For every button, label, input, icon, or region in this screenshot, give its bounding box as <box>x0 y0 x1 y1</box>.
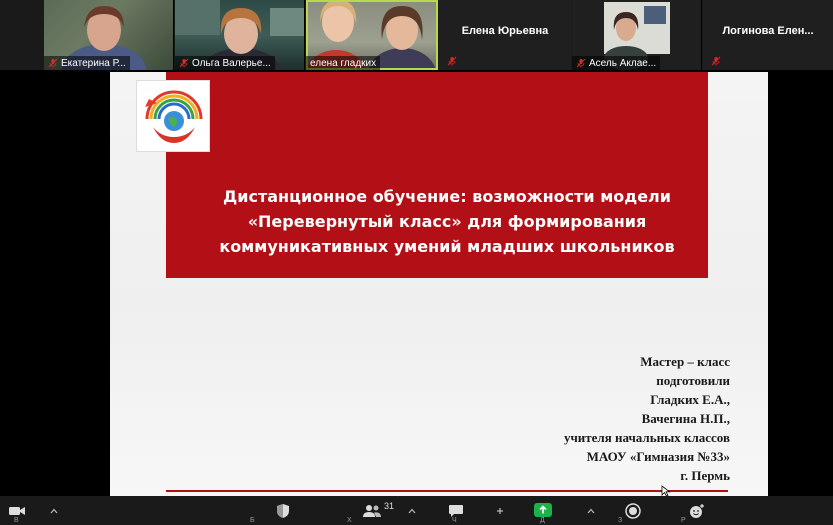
mic-muted-icon <box>711 56 721 66</box>
toolbar-label-participants: Х <box>347 517 352 524</box>
participant-name: Екатерина Р... <box>61 57 126 69</box>
mic-muted-icon <box>48 58 58 68</box>
meeting-toolbar: 31 В Б Х Ч Д З Р <box>0 496 833 525</box>
reactions-button[interactable] <box>686 500 708 522</box>
slide-credits: Мастер – класс подготовили Гладких Е.А.,… <box>564 352 730 485</box>
participant-name-bar: елена гладких <box>306 56 381 70</box>
plus-icon <box>497 508 503 514</box>
record-icon <box>625 503 641 519</box>
participant-strip: Екатерина Р... Ольга Валерье... елена гл… <box>0 0 833 70</box>
share-options-chevron[interactable] <box>585 500 597 522</box>
participants-button[interactable]: 31 <box>358 500 398 522</box>
chevron-up-icon <box>408 508 416 514</box>
participant-tile[interactable]: Асель Аклае... <box>572 0 702 70</box>
participant-name-bar: Асель Аклае... <box>572 56 661 70</box>
participant-tile[interactable]: Логинова Елен... <box>703 0 833 70</box>
school-logo <box>136 80 210 152</box>
participant-name: Логинова Елен... <box>722 25 814 37</box>
participant-name: елена гладких <box>310 57 377 69</box>
participant-tile-active-speaker[interactable]: елена гладких <box>306 0 438 70</box>
credit-line: Вачегина Н.П., <box>641 411 730 426</box>
gymnasium-logo-icon <box>145 90 203 143</box>
security-button[interactable] <box>272 500 294 522</box>
reactions-small-button[interactable] <box>494 500 506 522</box>
toolbar-label-record: З <box>618 517 623 524</box>
participant-name: Елена Юрьевна <box>461 25 549 37</box>
presentation-slide: Дистанционное обучение: возможности моде… <box>110 72 768 496</box>
credit-line: Гладких Е.А., <box>650 392 730 407</box>
participant-tile[interactable]: Елена Юрьевна <box>439 0 571 70</box>
participants-icon <box>362 505 381 517</box>
participant-name-bar: Екатерина Р... <box>44 56 130 70</box>
participant-tile[interactable]: Екатерина Р... <box>44 0 174 70</box>
participant-name: Асель Аклае... <box>589 57 657 69</box>
record-button[interactable] <box>622 500 644 522</box>
participant-name: Ольга Валерье... <box>192 57 271 69</box>
toolbar-label-reactions: Р <box>681 517 686 524</box>
toolbar-label-video: В <box>14 517 19 524</box>
video-camera-icon <box>9 507 25 515</box>
shield-icon <box>277 504 289 518</box>
slide-title-banner: Дистанционное обучение: возможности моде… <box>166 72 708 278</box>
toolbar-label-chat: Ч <box>452 517 457 524</box>
toolbar-label-security: Б <box>250 517 255 524</box>
chevron-up-icon <box>587 508 595 514</box>
slide-title: Дистанционное обучение: возможности моде… <box>219 187 675 256</box>
share-arrow-up-icon <box>539 505 547 514</box>
toolbar-label-share: Д <box>540 517 545 524</box>
credit-line: подготовили <box>656 373 730 388</box>
slide-divider <box>166 490 728 492</box>
credit-line: учителя начальных классов <box>563 430 730 445</box>
credit-line: Мастер – класс <box>640 354 730 369</box>
chevron-up-icon <box>50 508 58 514</box>
smiley-plus-icon <box>690 504 704 518</box>
shared-screen: Дистанционное обучение: возможности моде… <box>0 70 833 496</box>
participant-tile[interactable]: Ольга Валерье... <box>175 0 305 70</box>
mic-muted-icon <box>576 58 586 68</box>
mic-muted-icon <box>447 56 457 66</box>
credit-line: МАОУ «Гимназия №33» <box>586 449 730 464</box>
participants-options-chevron[interactable] <box>406 500 418 522</box>
chat-bubble-icon <box>449 505 463 517</box>
share-screen-button[interactable] <box>534 503 552 517</box>
mic-muted-icon <box>179 58 189 68</box>
credit-line: г. Пермь <box>680 468 730 483</box>
mouse-cursor-icon <box>661 485 671 496</box>
participants-count: 31 <box>383 501 394 511</box>
video-options-chevron[interactable] <box>48 500 60 522</box>
participant-name-bar: Ольга Валерье... <box>175 56 275 70</box>
